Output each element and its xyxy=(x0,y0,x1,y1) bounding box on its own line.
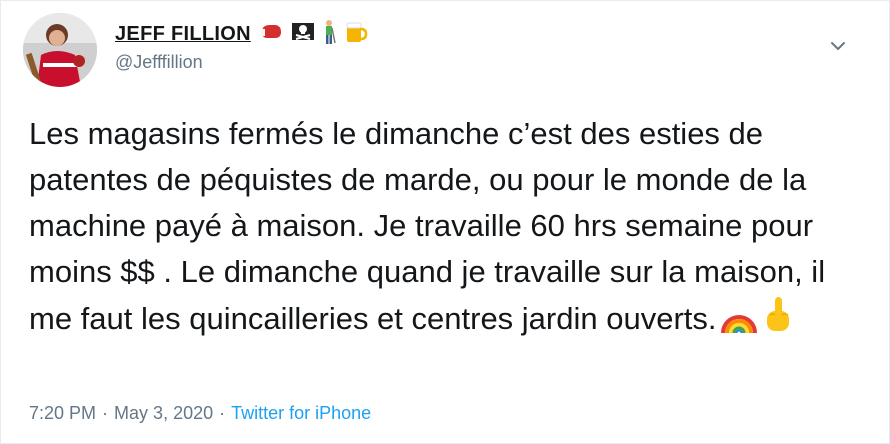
middle-finger-icon xyxy=(761,295,795,348)
meta-separator: · xyxy=(102,403,109,423)
tweet-meta: 7:20 PM · May 3, 2020 · Twitter for iPhone xyxy=(29,403,371,424)
tweet-header: JEFF FILLION @Jefffillion xyxy=(23,13,863,87)
tweet-date[interactable]: May 3, 2020 xyxy=(114,403,213,423)
meta-separator-2: · xyxy=(219,403,226,423)
tweet-card: JEFF FILLION @Jefffillion Les magasins f… xyxy=(0,0,890,444)
beer-mug-icon xyxy=(344,20,368,49)
tweet-time[interactable]: 7:20 PM xyxy=(29,403,96,423)
tweet-text: Les magasins fermés le dimanche c’est de… xyxy=(29,116,834,336)
avatar-image xyxy=(23,13,97,87)
tweet-source-link[interactable]: Twitter for iPhone xyxy=(231,403,371,423)
chevron-down-icon[interactable] xyxy=(827,35,849,57)
user-names: JEFF FILLION @Jefffillion xyxy=(115,19,371,73)
rainbow-icon xyxy=(719,301,759,348)
name-emojis xyxy=(259,19,370,50)
tweet-text-block: Les magasins fermés le dimanche c’est de… xyxy=(29,111,869,348)
avatar[interactable] xyxy=(23,13,97,87)
person-golfing-icon xyxy=(322,19,336,50)
pirate-flag-icon xyxy=(291,22,315,47)
user-handle[interactable]: @Jefffillion xyxy=(115,52,371,73)
display-name[interactable]: JEFF FILLION xyxy=(115,23,251,46)
boxing-glove-icon xyxy=(259,23,283,46)
